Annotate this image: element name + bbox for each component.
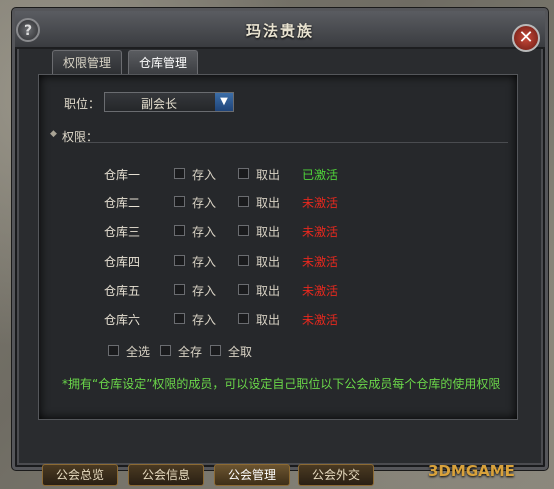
take-label: 取出 [256,225,281,239]
take-label: 取出 [256,196,281,210]
store-label: 存入 [192,225,217,239]
store-label: 存入 [192,313,217,327]
warehouse-row: 仓库二 存入 取出 未激活 [104,192,404,212]
divider [76,142,508,143]
warehouse-name: 仓库四 [104,255,141,269]
help-icon[interactable]: ? [16,18,40,42]
take-checkbox[interactable] [238,196,249,207]
position-select[interactable]: 副会长 ▼ [104,92,234,112]
select-all-checkbox[interactable] [108,345,119,356]
store-label: 存入 [192,284,217,298]
store-label: 存入 [192,196,217,210]
bulk-actions: 全选 全存 全取 [108,343,308,359]
take-label: 取出 [256,313,281,327]
diamond-icon: ◆ [50,129,57,139]
warehouse-name: 仓库一 [104,168,141,182]
status-text: 已激活 [302,168,339,182]
store-checkbox[interactable] [174,284,185,295]
warehouse-row: 仓库五 存入 取出 未激活 [104,280,404,300]
store-checkbox[interactable] [174,196,185,207]
permission-note: *拥有“仓库设定”权限的成员，可以设定自己职位以下公会成员每个仓库的使用权限 [62,377,501,391]
warehouse-name: 仓库三 [104,225,141,239]
select-all-label: 全选 [126,345,151,359]
warehouse-row: 仓库六 存入 取出 未激活 [104,309,404,329]
store-checkbox[interactable] [174,168,185,179]
status-text: 未激活 [302,255,339,269]
tab-warehouse[interactable]: 仓库管理 [128,50,199,74]
chevron-down-icon[interactable]: ▼ [215,93,233,111]
watermark: 3DMGAME [428,462,515,480]
warehouse-row: 仓库一 存入 取出 已激活 [104,164,404,184]
take-label: 取出 [256,255,281,269]
tab-permissions[interactable]: 权限管理 [52,50,123,74]
title-bar[interactable]: 玛法贵族 [15,11,545,49]
store-all-checkbox[interactable] [160,345,171,356]
take-checkbox[interactable] [238,225,249,236]
take-all-checkbox[interactable] [210,345,221,356]
take-all-label: 全取 [228,345,253,359]
bottom-tab-management[interactable]: 公会管理 [214,464,290,486]
warehouse-panel [38,74,518,420]
window-title: 玛法贵族 [245,22,314,40]
warehouse-name: 仓库六 [104,313,141,327]
take-label: 取出 [256,284,281,298]
bottom-tab-overview[interactable]: 公会总览 [42,464,118,486]
take-checkbox[interactable] [238,168,249,179]
status-text: 未激活 [302,313,339,327]
bottom-tab-info[interactable]: 公会信息 [128,464,204,486]
warehouse-row: 仓库四 存入 取出 未激活 [104,251,404,271]
bottom-tab-diplomacy[interactable]: 公会外交 [298,464,374,486]
take-label: 取出 [256,168,281,182]
store-all-label: 全存 [178,345,203,359]
status-text: 未激活 [302,284,339,298]
take-checkbox[interactable] [238,284,249,295]
store-checkbox[interactable] [174,313,185,324]
position-label: 职位： [64,97,101,111]
store-label: 存入 [192,255,217,269]
position-select-value: 副会长 [140,97,177,111]
warehouse-name: 仓库五 [104,284,141,298]
take-checkbox[interactable] [238,255,249,266]
status-text: 未激活 [302,196,339,210]
status-text: 未激活 [302,225,339,239]
close-icon[interactable]: ✕ [512,24,540,52]
warehouse-name: 仓库二 [104,196,141,210]
store-checkbox[interactable] [174,225,185,236]
store-checkbox[interactable] [174,255,185,266]
store-label: 存入 [192,168,217,182]
warehouse-row: 仓库三 存入 取出 未激活 [104,221,404,241]
take-checkbox[interactable] [238,313,249,324]
